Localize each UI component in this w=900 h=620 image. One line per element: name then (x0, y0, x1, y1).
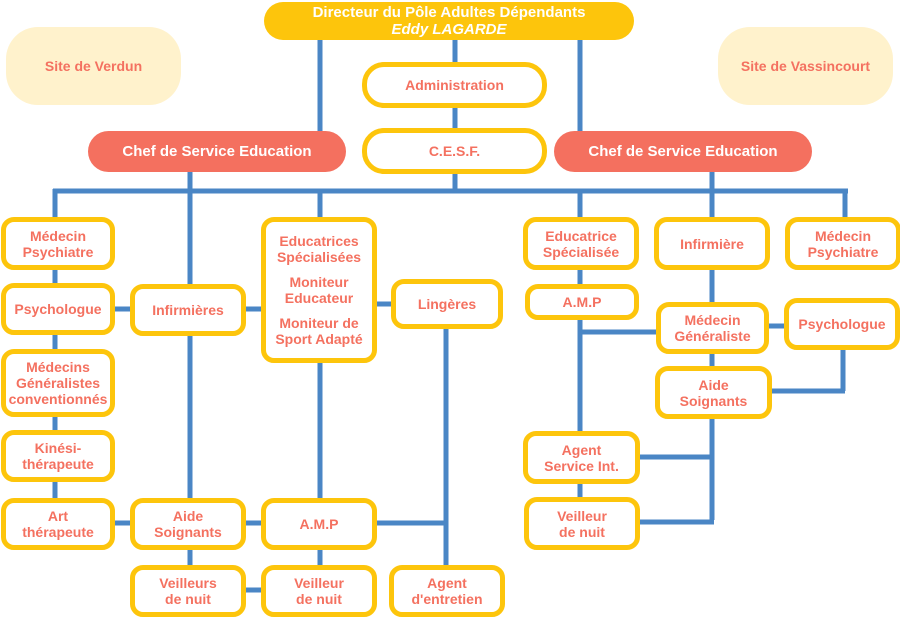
verdun-veilleur-de-nuit: Veilleur de nuit (261, 565, 377, 617)
line: de nuit (559, 523, 605, 540)
vassincourt-agent-service: Agent Service Int. (523, 431, 640, 484)
verdun-medecins-generalistes: Médecins Généralistes conventionnés (1, 349, 115, 417)
verdun-medecin-psychiatre: Médecin Psychiatre (1, 217, 115, 270)
verdun-educ-group: Educatrices Spécialisées Moniteur Educat… (261, 217, 377, 363)
line: thérapeute (22, 456, 94, 472)
line: Lingères (417, 296, 477, 312)
line: de nuit (165, 591, 211, 607)
line: Médecin (29, 227, 86, 244)
vassincourt-veilleur-de-nuit: Veilleur de nuit (524, 497, 640, 550)
verdun-aide-soignants: Aide Soignants (130, 498, 246, 550)
site-verdun-label: Site de Verdun (44, 58, 143, 74)
site-vassincourt: Site de Vassincourt (718, 27, 893, 105)
line: Psychiatre (807, 243, 879, 260)
line: conventionnés (8, 391, 108, 407)
site-vassincourt-label: Site de Vassincourt (740, 58, 871, 74)
line: A.M.P (562, 294, 602, 310)
verdun-art-therapeute: Art thérapeute (1, 498, 115, 550)
line: Sport Adapté (275, 331, 363, 347)
line: Service Int. (544, 457, 619, 474)
vassincourt-educatrice: Educatrice Spécialisée (523, 217, 639, 270)
verdun-agent-entretien: Agent d'entretien (389, 565, 505, 617)
chef-left-label: Chef de Service Education (122, 142, 312, 160)
director-box: Directeur du Pôle Adultes Dépendants Edd… (264, 2, 634, 40)
verdun-kinesitherapeute: Kinési- thérapeute (1, 430, 115, 482)
vassincourt-psychologue: Psychologue (784, 298, 900, 350)
director-name: Eddy LAGARDE (391, 21, 507, 38)
administration-label: Administration (405, 77, 504, 93)
line: Veilleurs (159, 575, 217, 591)
chef-service-verdun: Chef de Service Education (88, 131, 346, 172)
line: Infirmières (152, 302, 224, 318)
line: Veilleur (294, 575, 344, 591)
line: Agent (561, 441, 602, 458)
line: thérapeute (22, 524, 94, 540)
vassincourt-amp: A.M.P (525, 284, 639, 320)
verdun-veilleurs-de-nuit: Veilleurs de nuit (130, 565, 246, 617)
vassincourt-infirmiere: Infirmière (654, 217, 770, 270)
line: A.M.P (299, 516, 339, 532)
vassincourt-medecin-psychiatre: Médecin Psychiatre (785, 217, 900, 270)
line: Educatrice (545, 227, 617, 244)
line: Veilleur (557, 507, 607, 524)
line: Infirmière (680, 235, 744, 252)
line: Spécialisées (276, 249, 362, 265)
line: Médecin (814, 227, 871, 244)
line: Kinési- (34, 440, 82, 456)
line: Soignants (154, 524, 222, 540)
site-verdun: Site de Verdun (6, 27, 181, 105)
chef-service-vassincourt: Chef de Service Education (554, 131, 812, 172)
verdun-amp: A.M.P (261, 498, 377, 550)
vassincourt-aide-soignants: Aide Soignants (655, 366, 772, 419)
line: Médecin (684, 312, 741, 328)
line: Généralistes (15, 375, 101, 391)
line: Soignants (679, 392, 748, 409)
line: d'entretien (411, 591, 483, 607)
verdun-infirmieres: Infirmières (130, 284, 246, 336)
chef-right-label: Chef de Service Education (588, 142, 778, 160)
administration-box: Administration (362, 62, 547, 108)
line: Aide (172, 508, 204, 524)
verdun-lingeres: Lingères (391, 279, 503, 329)
line: Psychologue (798, 316, 886, 332)
line: Moniteur (289, 274, 349, 290)
line: Agent (427, 575, 467, 591)
cesf-label: C.E.S.F. (428, 143, 481, 159)
line: Généraliste (674, 328, 751, 344)
line: Spécialisée (542, 243, 620, 260)
line: Médecins (26, 359, 90, 375)
line: Educatrices (279, 233, 359, 249)
line: Art (47, 508, 69, 524)
line: Psychiatre (22, 243, 94, 260)
line: Psychologue (14, 301, 102, 317)
line: Aide (698, 376, 729, 393)
cesf-box: C.E.S.F. (362, 128, 547, 174)
line: de nuit (296, 591, 342, 607)
vassincourt-medecin-generaliste: Médecin Généraliste (656, 302, 769, 354)
verdun-psychologue: Psychologue (1, 283, 115, 335)
director-title: Directeur du Pôle Adultes Dépendants (312, 4, 586, 21)
line: Educateur (284, 290, 354, 306)
line: Moniteur de (279, 315, 359, 331)
